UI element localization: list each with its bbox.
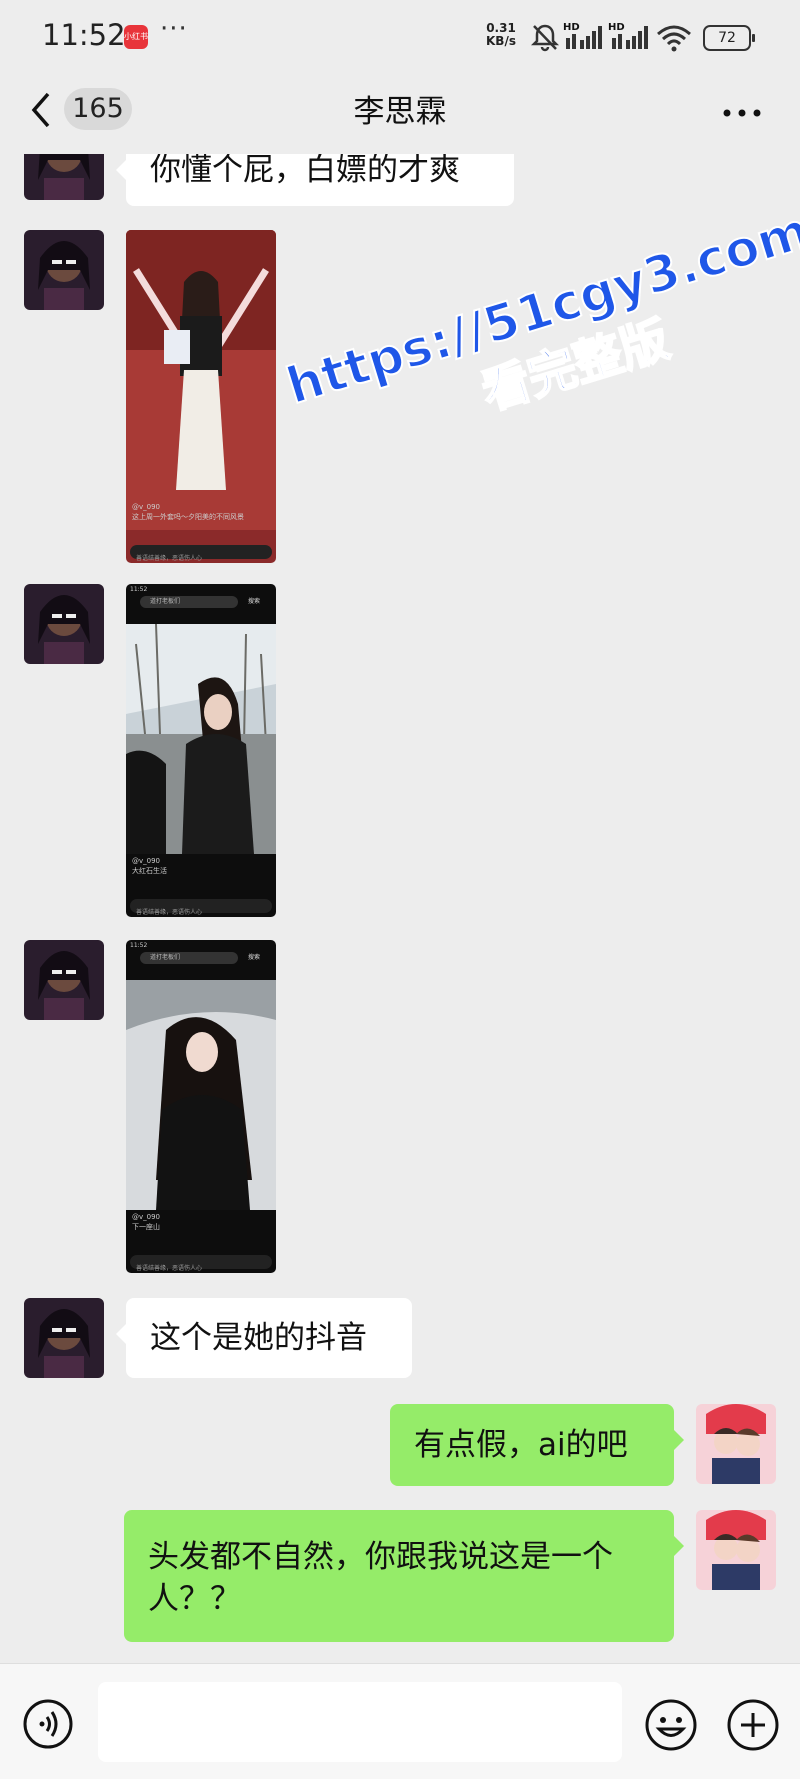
mute-bell-icon bbox=[530, 24, 560, 52]
contact-avatar[interactable] bbox=[24, 154, 104, 200]
thumb-search-button: 搜索 bbox=[248, 954, 261, 961]
thumb-photo bbox=[126, 624, 276, 854]
status-more-icon: ··· bbox=[160, 14, 188, 44]
thumb-caption: @v_090 这上周一外套吗～夕阳美的不同风景 bbox=[132, 502, 262, 522]
status-time: 11:52 bbox=[42, 18, 126, 52]
contact-avatar[interactable] bbox=[24, 940, 104, 1020]
app-notification-icon: 小红书 bbox=[124, 25, 148, 49]
thumb-photo bbox=[126, 230, 276, 530]
thumb-input-bar: 善语结善缘，恶语伤人心 bbox=[130, 1255, 272, 1272]
thumb-input-hint: 善语结善缘，恶语伤人心 bbox=[136, 909, 203, 916]
contact-avatar[interactable] bbox=[24, 584, 104, 664]
message-bubble-outgoing[interactable]: 头发都不自然，你跟我说这是一个人？？ bbox=[124, 1510, 684, 1642]
thumb-search-button: 搜索 bbox=[248, 598, 261, 605]
thumb-username: @v_090 bbox=[132, 857, 161, 865]
thumb-caption-text: 这上周一外套吗～夕阳美的不同风景 bbox=[132, 513, 244, 521]
wifi-icon bbox=[657, 25, 691, 52]
thumb-photo bbox=[126, 980, 276, 1210]
message-text: 这个是她的抖音 bbox=[150, 1320, 367, 1356]
my-avatar[interactable] bbox=[696, 1404, 776, 1484]
thumb-search-box: 道打老板们 bbox=[140, 952, 238, 964]
message-bubble-incoming[interactable]: 你懂个屁，白嫖的才爽 bbox=[116, 154, 514, 206]
thumb-caption-text: 下一座山 bbox=[132, 1223, 160, 1231]
message-bubble-outgoing[interactable]: 有点假，ai的吧 bbox=[390, 1404, 684, 1486]
message-text: 你懂个屁，白嫖的才爽 bbox=[150, 154, 460, 188]
message-text: 头发都不自然，你跟我说这是一个人？？ bbox=[148, 1539, 613, 1617]
thumb-input-hint: 善语结善缘，恶语伤人心 bbox=[136, 1265, 203, 1272]
contact-avatar[interactable] bbox=[24, 1298, 104, 1378]
thumb-input-bar: 善语结善缘，恶语伤人心 bbox=[130, 899, 272, 916]
signal-icon bbox=[566, 26, 602, 49]
net-speed-unit: KB/s bbox=[486, 34, 516, 48]
message-bubble-incoming[interactable]: 这个是她的抖音 bbox=[116, 1298, 412, 1378]
my-avatar[interactable] bbox=[696, 1510, 776, 1590]
image-message-thumbnail[interactable]: 11:52 搜索 @v_090 这上周一外套吗～夕阳美的不同风景 善语结善缘，恶… bbox=[126, 230, 276, 563]
thumb-status-bar: 11:52 bbox=[130, 942, 148, 949]
thumb-caption: @v_090 大红石生活 bbox=[132, 856, 262, 876]
thumb-search-box: 道打老板们 bbox=[140, 596, 238, 608]
chat-header: 165 李思霖 bbox=[0, 72, 800, 154]
voice-icon[interactable] bbox=[22, 1698, 74, 1750]
thumb-username: @v_090 bbox=[132, 1213, 161, 1221]
thumb-username: @v_090 bbox=[132, 503, 161, 511]
message-text: 有点假，ai的吧 bbox=[414, 1427, 628, 1463]
emoji-icon[interactable] bbox=[644, 1698, 698, 1752]
more-horizontal-icon[interactable] bbox=[722, 108, 762, 118]
message-input[interactable] bbox=[98, 1682, 622, 1762]
plus-circle-icon[interactable] bbox=[726, 1698, 780, 1752]
signal2-icon bbox=[612, 26, 648, 49]
status-bar: 11:52 小红书 ··· 0.31 KB/s HD HD 72 bbox=[0, 0, 800, 72]
thumb-status-bar: 11:52 bbox=[130, 586, 148, 593]
thumb-caption: @v_090 下一座山 bbox=[132, 1212, 262, 1232]
contact-avatar[interactable] bbox=[24, 230, 104, 310]
battery-icon: 72 bbox=[703, 25, 755, 51]
input-bar bbox=[0, 1663, 800, 1779]
image-message-thumbnail[interactable]: 11:52 道打老板们 搜索 @v_090 下一座山 善语结善缘，恶语伤人心 bbox=[126, 940, 276, 1273]
thumb-input-bar: 善语结善缘，恶语伤人心 bbox=[130, 545, 272, 562]
net-speed: 0.31 KB/s bbox=[486, 22, 516, 48]
thumb-caption-text: 大红石生活 bbox=[132, 867, 167, 875]
thumb-input-hint: 善语结善缘，恶语伤人心 bbox=[136, 555, 203, 562]
chat-title: 李思霖 bbox=[353, 94, 447, 130]
image-message-thumbnail[interactable]: 11:52 道打老板们 搜索 @v_090 大红石生活 善语结善缘，恶语伤人心 bbox=[126, 584, 276, 917]
